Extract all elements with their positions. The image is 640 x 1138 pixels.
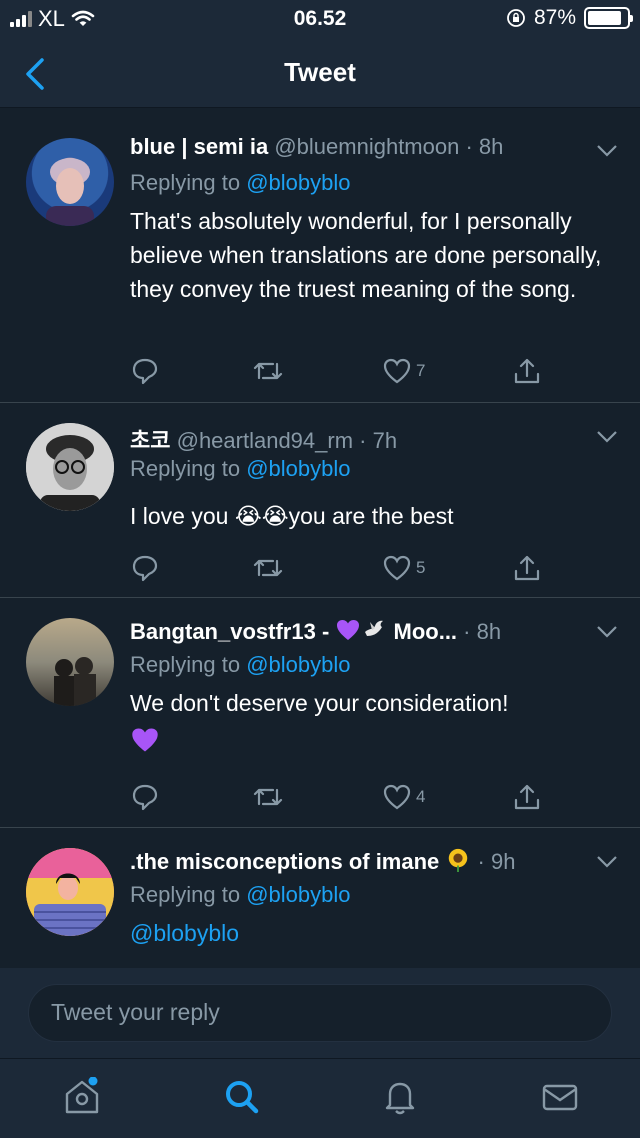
tweet-time: 8h — [476, 619, 502, 644]
retweet-button[interactable] — [252, 780, 284, 814]
compose-bar: Tweet your reply — [0, 968, 640, 1058]
tweet-text: I love you 😭😭you are the best — [130, 503, 454, 529]
chevron-down-icon[interactable] — [596, 430, 618, 444]
like-icon — [383, 358, 411, 384]
chevron-down-icon[interactable] — [596, 625, 618, 639]
reply-icon — [132, 358, 158, 385]
tweet-item[interactable]: 초코 @heartland94_rm · 7h Replying to @blo… — [0, 403, 640, 598]
tweet-item[interactable]: Bangtan_vostfr13 - Moo... · 8h Replying … — [0, 598, 640, 828]
retweet-button[interactable] — [252, 354, 284, 388]
replying-to: Replying to @blobyblo — [130, 170, 351, 195]
replying-to: Replying to @blobyblo — [130, 882, 351, 907]
tweet-text: That's absolutely wonderful, for I perso… — [130, 208, 602, 302]
replying-to-handle[interactable]: @blobyblo — [246, 456, 350, 481]
author-name[interactable]: blue | semi ia — [130, 134, 268, 159]
like-icon — [383, 555, 411, 581]
tweet-item[interactable]: .the misconceptions of imane · 9h Replyi… — [0, 828, 640, 968]
avatar[interactable] — [26, 618, 114, 706]
replying-to-handle[interactable]: @blobyblo — [246, 170, 350, 195]
status-bar: XL 06.52 87% — [0, 0, 640, 40]
retweet-button[interactable] — [252, 551, 284, 585]
share-icon — [514, 358, 540, 384]
replying-to: Replying to @blobyblo — [130, 652, 351, 677]
like-button[interactable]: 7 — [382, 354, 425, 388]
author-handle[interactable]: @heartland94_rm — [177, 428, 353, 453]
page-title: Tweet — [284, 57, 356, 87]
nav-header: Tweet — [0, 40, 640, 108]
notifications-icon[interactable] — [380, 1077, 420, 1117]
replying-to-handle[interactable]: @blobyblo — [246, 652, 350, 677]
retweet-icon — [253, 788, 283, 806]
crying-emoji: 😭😭 — [234, 503, 289, 529]
replying-to-handle[interactable]: @blobyblo — [246, 882, 350, 907]
tweet-text[interactable]: @blobyblo — [130, 916, 616, 950]
author-name[interactable]: .the misconceptions of imane — [130, 849, 445, 874]
battery-percent: 87% — [533, 6, 576, 29]
avatar[interactable] — [26, 423, 114, 511]
reply-button[interactable] — [130, 551, 160, 585]
author-name[interactable]: Bangtan_vostfr13 - — [130, 619, 335, 644]
share-button[interactable] — [512, 551, 542, 585]
reply-input[interactable]: Tweet your reply — [28, 984, 612, 1042]
reply-icon — [132, 784, 158, 811]
purple-heart-icon — [337, 620, 360, 640]
like-button[interactable]: 4 — [382, 780, 425, 814]
messages-icon[interactable] — [540, 1077, 580, 1117]
retweet-icon — [253, 362, 283, 380]
author-handle[interactable]: @bluemnightmoon — [274, 134, 459, 159]
share-icon — [514, 784, 540, 810]
retweet-icon — [253, 559, 283, 577]
home-icon[interactable] — [62, 1077, 102, 1117]
tweet-item[interactable]: blue | semi ia @bluemnightmoon · 8h Repl… — [0, 114, 640, 403]
like-count: 5 — [416, 558, 426, 577]
tweet-time: 7h — [372, 428, 398, 453]
sunflower-icon — [449, 848, 468, 872]
share-button[interactable] — [512, 780, 542, 814]
share-icon — [514, 555, 540, 581]
author-name[interactable]: 초코 — [130, 428, 170, 453]
like-icon — [383, 784, 411, 810]
tab-bar — [0, 1058, 640, 1138]
orientation-lock-icon — [507, 9, 525, 27]
tweet-time: 8h — [478, 134, 504, 159]
tweet-actions: 7 — [130, 354, 550, 388]
reply-icon — [132, 555, 158, 582]
reply-button[interactable] — [130, 780, 160, 814]
dove-icon — [365, 620, 384, 636]
share-button[interactable] — [512, 354, 542, 388]
tweet-actions: 5 — [130, 551, 550, 585]
tweet-text: We don't deserve your consideration! — [130, 686, 616, 760]
chevron-down-icon[interactable] — [596, 144, 618, 158]
replying-to: Replying to @blobyblo — [130, 456, 351, 481]
avatar[interactable] — [26, 848, 114, 936]
reply-button[interactable] — [130, 354, 160, 388]
like-count: 7 — [416, 361, 426, 380]
like-button[interactable]: 5 — [382, 551, 425, 585]
tweet-time: 9h — [490, 849, 516, 874]
like-count: 4 — [416, 787, 426, 806]
chevron-down-icon[interactable] — [596, 855, 618, 869]
author-name-suffix[interactable]: Moo... — [387, 619, 458, 644]
search-icon[interactable] — [222, 1077, 262, 1117]
battery-icon — [584, 7, 633, 29]
purple-heart-icon — [132, 728, 158, 752]
avatar[interactable] — [26, 138, 114, 226]
tweet-actions: 4 — [130, 780, 550, 814]
